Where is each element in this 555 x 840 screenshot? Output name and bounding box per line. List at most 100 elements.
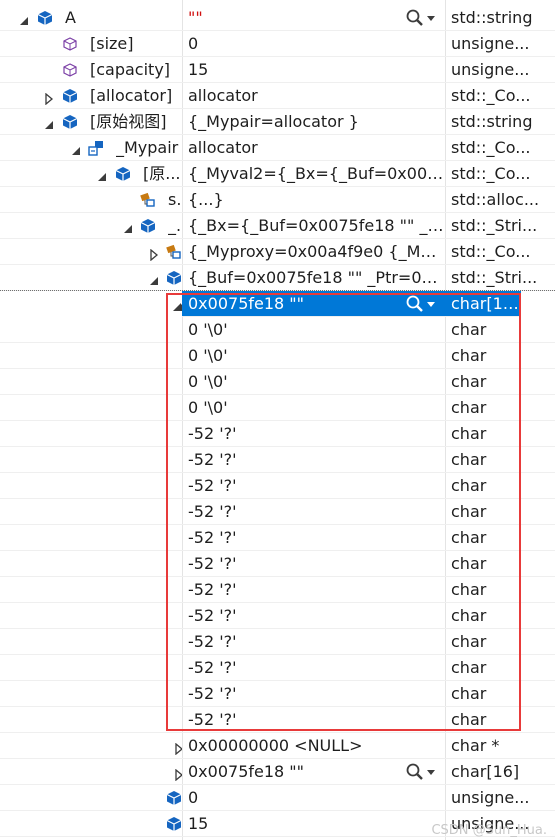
watch-row[interactable]: {_Buf=0x0075fe18 "" _Ptr=0x00... std::_St… xyxy=(0,265,555,291)
variable-value[interactable]: -52 '?' xyxy=(188,681,445,707)
variable-value[interactable]: {_Bx={_Buf=0x0075fe18 "" _Ptr=... xyxy=(188,213,445,239)
focus-line xyxy=(0,290,555,291)
variable-name: [原始视图] xyxy=(90,112,167,131)
watch-row[interactable]: [capacity] 15 unsigne... xyxy=(0,57,555,83)
variable-type: char xyxy=(451,580,487,599)
variable-value[interactable]: -52 '?' xyxy=(188,473,445,499)
variable-value[interactable]: {_Myproxy=0x00a4f9e0 {_Myc... xyxy=(188,239,445,265)
variable-type: std::string xyxy=(451,8,533,27)
variable-value[interactable]: {...} xyxy=(188,187,445,213)
collapsed-arrow-icon[interactable] xyxy=(173,766,182,782)
watch-row[interactable]: -52 '?' char xyxy=(0,499,555,525)
variable-name: _... xyxy=(168,216,182,235)
variable-value[interactable]: -52 '?' xyxy=(188,707,445,733)
variable-name: A xyxy=(65,8,76,27)
variable-value[interactable]: {_Myval2={_Bx={_Buf=0x0075fe... xyxy=(188,161,445,187)
watch-row[interactable]: [原始视图] {_Mypair=allocator } std::string xyxy=(0,109,555,135)
visualizer-magnifier-icon[interactable] xyxy=(404,294,438,314)
field-icon xyxy=(62,36,78,52)
expanded-arrow-icon[interactable] xyxy=(122,220,134,233)
expanded-arrow-icon[interactable] xyxy=(96,168,108,181)
watch-row[interactable]: A "" std::string xyxy=(0,5,555,31)
watch-row[interactable]: [allocator] allocator std::_Co... xyxy=(0,83,555,109)
variable-value[interactable]: allocator xyxy=(188,135,445,161)
watch-row[interactable]: -52 '?' char xyxy=(0,603,555,629)
variable-type: char xyxy=(451,450,487,469)
collapsed-arrow-icon[interactable] xyxy=(43,90,55,106)
expanded-arrow-icon[interactable] xyxy=(171,298,183,311)
variable-value[interactable]: allocator xyxy=(188,83,445,109)
watch-row[interactable]: [原... {_Myval2={_Bx={_Buf=0x0075fe... std:… xyxy=(0,161,555,187)
visualizer-magnifier-icon[interactable] xyxy=(404,762,438,782)
variable-type: char xyxy=(451,554,487,573)
variable-value[interactable]: -52 '?' xyxy=(188,655,445,681)
watch-row[interactable]: -52 '?' char xyxy=(0,551,555,577)
watch-row[interactable]: 0x0075fe18 "" char[16] xyxy=(175,291,521,317)
watch-row[interactable]: -52 '?' char xyxy=(0,655,555,681)
expanded-arrow-icon[interactable] xyxy=(148,272,160,285)
watch-row[interactable]: 0 '\0' char xyxy=(0,395,555,421)
watch-row[interactable]: 0 '\0' char xyxy=(0,369,555,395)
collapsed-arrow-icon[interactable] xyxy=(148,246,160,262)
watch-row[interactable]: s... {...} std::alloc... xyxy=(0,187,555,213)
variable-type: char[16] xyxy=(451,294,519,313)
variable-value[interactable]: -52 '?' xyxy=(188,629,445,655)
variable-value[interactable]: 0 xyxy=(188,785,445,811)
watch-row[interactable]: -52 '?' char xyxy=(0,681,555,707)
variable-value[interactable]: 0 '\0' xyxy=(188,343,445,369)
variable-name: _Mypair xyxy=(116,138,179,157)
expanded-arrow-icon[interactable] xyxy=(18,12,30,25)
object-icon xyxy=(62,114,78,130)
watch-row[interactable]: 0 '\0' char xyxy=(0,317,555,343)
watch-window: A "" std::string [size] 0 unsigne... [capacity… xyxy=(0,0,555,840)
watch-row[interactable]: [size] 0 unsigne... xyxy=(0,31,555,57)
collapsed-arrow-icon[interactable] xyxy=(173,740,182,756)
variable-value[interactable]: 0 '\0' xyxy=(188,317,445,343)
base-class-icon xyxy=(166,244,182,260)
watch-row[interactable]: {_Myproxy=0x00a4f9e0 {_Myc... std::_Co... xyxy=(0,239,555,265)
watch-row[interactable]: -52 '?' char xyxy=(0,577,555,603)
variable-type: std::string xyxy=(451,112,533,131)
variable-value[interactable]: 15 xyxy=(188,57,445,83)
watch-row[interactable]: -52 '?' char xyxy=(0,629,555,655)
variable-value[interactable]: {_Buf=0x0075fe18 "" _Ptr=0x00... xyxy=(188,265,445,291)
variable-value[interactable]: -52 '?' xyxy=(188,525,445,551)
watch-row[interactable]: -52 '?' char xyxy=(0,707,555,733)
variable-type: char xyxy=(451,632,487,651)
watch-row[interactable]: _... {_Bx={_Buf=0x0075fe18 "" _Ptr=... std… xyxy=(0,213,555,239)
expanded-arrow-icon[interactable] xyxy=(43,116,55,129)
variable-value[interactable]: 0 '\0' xyxy=(188,395,445,421)
watch-row[interactable]: 0x0075fe18 "" char[16] xyxy=(0,759,555,785)
variable-value[interactable]: 0 '\0' xyxy=(188,369,445,395)
object-icon xyxy=(140,218,156,234)
watch-row[interactable]: 0 unsigne... xyxy=(0,785,555,811)
variable-type: char xyxy=(451,346,487,365)
variable-value[interactable]: -52 '?' xyxy=(188,499,445,525)
variable-value[interactable]: -52 '?' xyxy=(188,551,445,577)
watch-row[interactable]: -52 '?' char xyxy=(0,525,555,551)
variable-value[interactable]: 0 xyxy=(188,31,445,57)
watch-row[interactable]: -52 '?' char xyxy=(0,421,555,447)
watch-row[interactable]: -52 '?' char xyxy=(0,447,555,473)
variable-type: std::alloc... xyxy=(451,190,540,209)
variable-type: char xyxy=(451,320,487,339)
variable-type: char xyxy=(451,528,487,547)
variable-value[interactable]: -52 '?' xyxy=(188,421,445,447)
variable-value[interactable]: {_Mypair=allocator } xyxy=(188,109,445,135)
variable-value[interactable]: -52 '?' xyxy=(188,447,445,473)
watch-row[interactable]: 0 '\0' char xyxy=(0,343,555,369)
watch-row[interactable]: _Mypair allocator std::_Co... xyxy=(0,135,555,161)
variable-value[interactable]: -52 '?' xyxy=(188,603,445,629)
visualizer-magnifier-icon[interactable] xyxy=(404,8,438,28)
watch-row[interactable]: -52 '?' char xyxy=(0,473,555,499)
variable-value[interactable]: -52 '?' xyxy=(188,577,445,603)
variable-type: char xyxy=(451,606,487,625)
variable-value[interactable]: 0x00000000 <NULL> xyxy=(188,733,445,759)
variable-value[interactable]: 0x0075fe18 "" xyxy=(188,291,408,317)
variable-name: s... xyxy=(168,190,182,209)
expanded-arrow-icon[interactable] xyxy=(70,142,82,155)
variable-value[interactable]: 15 xyxy=(188,811,445,837)
watch-row[interactable]: 0x00000000 <NULL> char * xyxy=(0,733,555,759)
variable-type: char xyxy=(451,372,487,391)
variable-type: char[16] xyxy=(451,762,520,781)
